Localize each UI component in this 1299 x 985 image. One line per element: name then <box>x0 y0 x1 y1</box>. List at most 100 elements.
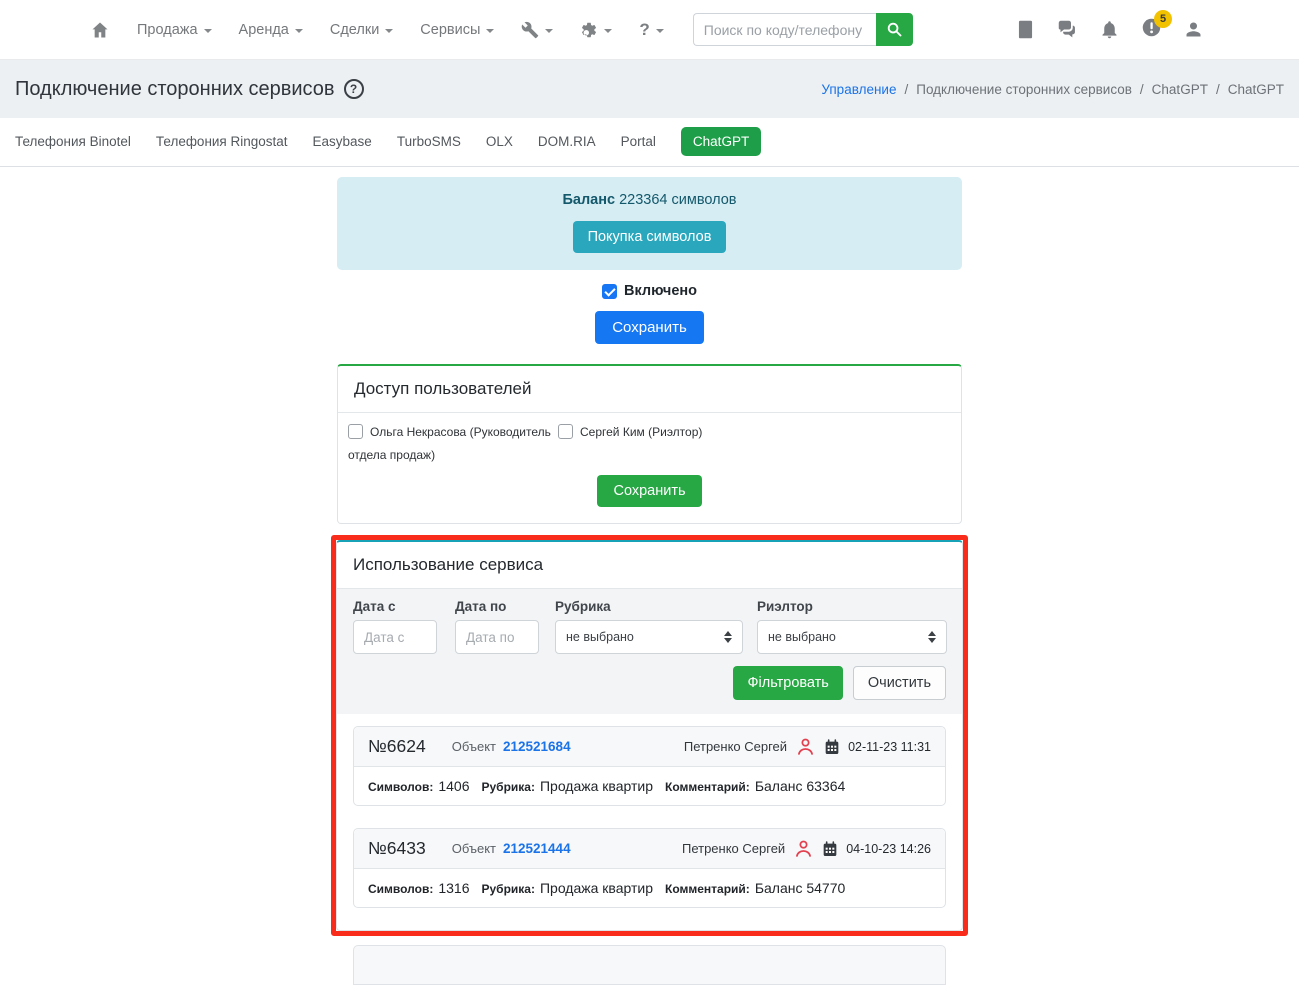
chevron-down-icon <box>486 28 495 33</box>
checkbox-icon[interactable] <box>558 424 573 439</box>
object-label: Объект <box>451 739 496 754</box>
rubric-select[interactable]: не выбрано <box>555 620 743 654</box>
save-access-button[interactable]: Сохранить <box>597 475 702 507</box>
usage-record: №6433 Объект 212521444 Петренко Сергей 0… <box>353 828 946 908</box>
gear-icon <box>582 22 597 37</box>
tab-turbosms[interactable]: TurboSMS <box>397 134 461 149</box>
date-to-input[interactable] <box>455 620 539 654</box>
record-details: Символов: 1406 Рубрика: Продажа квартир … <box>354 767 945 805</box>
select-arrows-icon <box>724 631 732 643</box>
settings-menu[interactable] <box>580 21 613 39</box>
user-check-olga[interactable]: Ольга Некрасова (Руководитель отдела про… <box>348 421 558 467</box>
page-title: Подключение сторонних сервисов ? <box>15 78 364 101</box>
symbols-value: 1316 <box>438 880 470 896</box>
buy-symbols-button[interactable]: Покупка символов <box>572 221 727 253</box>
user-icon[interactable] <box>1183 19 1204 40</box>
record-meta: Петренко Сергей 02-11-23 11:31 <box>684 736 931 757</box>
breadcrumb-separator: / <box>1215 81 1220 97</box>
record-details: Символов: 1316 Рубрика: Продажа квартир … <box>354 869 945 907</box>
object-link[interactable]: 212521444 <box>503 841 571 856</box>
symbols-label: Символов: <box>368 882 434 896</box>
rubric-field-label: Рубрика: <box>481 882 535 896</box>
search-button[interactable] <box>875 13 913 46</box>
search-input[interactable] <box>692 13 876 46</box>
menu-sales-label: Продажа <box>137 21 198 38</box>
page-help-icon[interactable]: ? <box>343 79 364 99</box>
comment-value: Баланс 63364 <box>754 778 846 794</box>
breadcrumb-separator: / <box>904 81 909 97</box>
save-settings-button[interactable]: Сохранить <box>595 311 704 344</box>
usage-records: №6624 Объект 212521684 Петренко Сергей 0… <box>337 714 962 908</box>
rubric-label: Рубрика <box>555 599 611 614</box>
calendar-icon <box>825 738 839 754</box>
home-button[interactable] <box>90 20 110 40</box>
agent-name: Петренко Сергей <box>683 739 788 754</box>
agent-name: Петренко Сергей <box>681 841 786 856</box>
alerts-button[interactable]: 5 <box>1141 9 1172 43</box>
notes-icon[interactable] <box>1015 19 1036 40</box>
bell-icon[interactable] <box>1099 19 1120 40</box>
balance-suffix: символов <box>671 192 737 208</box>
menu-rent[interactable]: Аренда <box>239 22 303 38</box>
agent-icon[interactable] <box>793 838 814 859</box>
breadcrumb-separator: / <box>1139 81 1144 97</box>
service-tabs: Телефония Binotel Телефония Ringostat Ea… <box>0 118 1299 167</box>
record-datetime: 04-10-23 14:26 <box>846 841 931 856</box>
help-menu[interactable]: ? <box>639 19 664 40</box>
balance-value: 223364 <box>619 192 668 208</box>
realtor-select[interactable]: не выбрано <box>757 620 947 654</box>
filter-button[interactable]: Фільтровать <box>733 666 843 700</box>
chevron-down-icon <box>385 28 394 33</box>
page-title-text: Подключение сторонних сервисов <box>15 77 335 100</box>
record-number: №6624 <box>368 736 426 756</box>
user-check-sergey[interactable]: Сергей Ким (Риэлтор) <box>558 421 702 444</box>
tab-chatgpt-active[interactable]: ChatGPT <box>680 127 762 156</box>
tab-binotel[interactable]: Телефония Binotel <box>15 134 131 149</box>
clear-button[interactable]: Очистить <box>852 666 946 700</box>
chat-icon[interactable] <box>1057 19 1078 40</box>
date-from-input[interactable] <box>353 620 437 654</box>
tab-domria[interactable]: DOM.RIA <box>538 134 596 149</box>
menu-services[interactable]: Сервисы <box>420 22 495 38</box>
user-access-title: Доступ пользователей <box>338 366 961 413</box>
agent-icon[interactable] <box>795 736 816 757</box>
filter-fields: Дата с Дата по Рубрика не выбрано <box>353 599 947 654</box>
filter-date-to: Дата по <box>455 599 539 654</box>
usage-record-partial <box>353 945 946 985</box>
balance-label: Баланс <box>562 192 616 208</box>
tab-olx[interactable]: OLX <box>486 134 513 149</box>
chevron-down-icon <box>203 28 212 33</box>
menu-deals[interactable]: Сделки <box>330 22 394 38</box>
title-bar: Подключение сторонних сервисов ? Управле… <box>0 60 1299 118</box>
record-header: №6433 Объект 212521444 Петренко Сергей 0… <box>354 829 945 869</box>
balance-alert: Баланс 223364 символов Покупка символов <box>337 177 962 270</box>
menu-sales[interactable]: Продажа <box>137 22 212 38</box>
chevron-down-icon <box>655 28 664 33</box>
object-link[interactable]: 212521684 <box>503 739 571 754</box>
service-usage-panel: Использование сервиса Дата с Дата по Руб… <box>336 540 963 931</box>
chevron-down-icon <box>294 28 303 33</box>
user-check-sergey-label: Сергей Ким (Риэлтор) <box>580 425 703 439</box>
breadcrumb-services: Подключение сторонних сервисов <box>916 81 1132 97</box>
menu-rent-label: Аренда <box>238 21 289 38</box>
search-bar <box>692 13 913 46</box>
breadcrumb-chatgpt-2: ChatGPT <box>1227 81 1284 97</box>
tab-easybase[interactable]: Easybase <box>313 134 372 149</box>
filter-actions: Фільтровать Очистить <box>353 666 946 700</box>
breadcrumb: Управление / Подключение сторонних серви… <box>821 82 1284 97</box>
checkbox-icon[interactable] <box>348 424 363 439</box>
rubric-value: Продажа квартир <box>539 880 653 896</box>
enabled-checkbox[interactable] <box>601 283 617 299</box>
help-icon: ? <box>639 19 650 39</box>
realtor-label: Риэлтор <box>757 599 813 614</box>
tab-portal[interactable]: Portal <box>621 134 656 149</box>
tab-ringostat[interactable]: Телефония Ringostat <box>156 134 288 149</box>
usage-record: №6624 Объект 212521684 Петренко Сергей 0… <box>353 726 946 806</box>
breadcrumb-management[interactable]: Управление <box>821 82 896 97</box>
calendar-icon <box>823 840 837 856</box>
top-navbar: Продажа Аренда Сделки Сервисы ? 5 <box>0 0 1299 60</box>
rubric-select-value: не выбрано <box>566 630 634 644</box>
red-highlight-annotation: Использование сервиса Дата с Дата по Руб… <box>331 535 968 936</box>
enabled-label[interactable]: Включено <box>624 283 697 299</box>
tools-menu[interactable] <box>521 21 554 39</box>
